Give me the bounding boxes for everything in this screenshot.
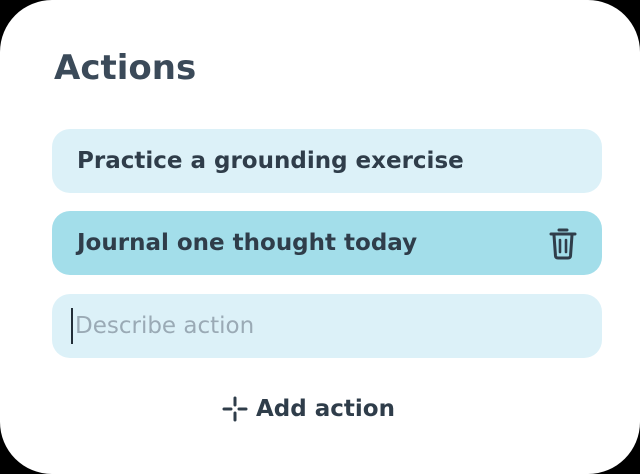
text-caret xyxy=(71,308,73,344)
sparkle-plus-icon xyxy=(222,396,248,422)
action-item-label: Journal one thought today xyxy=(77,230,418,256)
add-action-button[interactable]: Add action xyxy=(222,390,395,428)
action-item-label: Practice a grounding exercise xyxy=(77,148,464,174)
action-item-journal[interactable]: Journal one thought today xyxy=(52,211,602,275)
describe-action-input[interactable] xyxy=(72,294,575,358)
trash-icon[interactable] xyxy=(548,226,578,260)
add-action-label: Add action xyxy=(256,396,395,422)
action-item-grounding[interactable]: Practice a grounding exercise xyxy=(52,129,602,193)
card-title: Actions xyxy=(54,48,197,88)
actions-card: Actions Practice a grounding exercise Jo… xyxy=(0,0,640,474)
new-action-field[interactable] xyxy=(52,294,602,358)
